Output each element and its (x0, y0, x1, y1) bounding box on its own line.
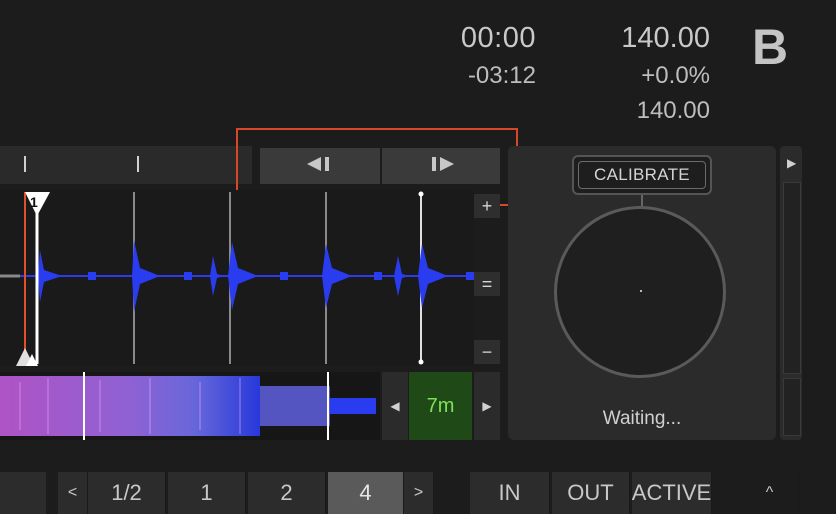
status-text: Waiting... (602, 408, 682, 429)
base-bpm-display: 140.00 (636, 97, 710, 124)
zoom-in-button[interactable]: + (474, 194, 500, 218)
cue-number: 1 (30, 194, 38, 210)
deck-letter: B (752, 19, 789, 75)
beat-ruler[interactable] (0, 146, 252, 184)
expand-button[interactable]: ^ (740, 472, 800, 514)
loop-length[interactable]: 7m (409, 372, 472, 440)
loop-out-button[interactable]: OUT (552, 472, 630, 514)
loop-size-half[interactable]: 1/2 (88, 472, 166, 514)
zoom-reset-button[interactable]: = (474, 272, 500, 296)
loop-size-4[interactable]: 4 (328, 472, 404, 514)
loop-next-button[interactable]: ▶ (474, 372, 500, 440)
loop-prev-button[interactable]: ◀ (382, 372, 408, 440)
chevron-right-icon: ▶ (787, 156, 797, 170)
time-remaining: -03:12 (467, 62, 536, 89)
loop-size-prev-button[interactable]: < (58, 472, 88, 514)
bottom-left-segment (0, 472, 46, 514)
ruler-tick (24, 156, 26, 172)
loop-size-2[interactable]: 2 (248, 472, 326, 514)
platter-center (640, 290, 642, 292)
calibrate-button[interactable]: CALIBRATE (572, 155, 712, 195)
loop-size-1[interactable]: 1 (168, 472, 246, 514)
track-overview[interactable] (0, 372, 380, 440)
waveform-display[interactable]: 1 + = − (0, 190, 500, 366)
turntable-platter[interactable] (554, 206, 726, 378)
loop-active-button[interactable]: ACTIVE (632, 472, 712, 514)
scroll-track (783, 182, 801, 374)
side-panel-scrollbar[interactable]: ▶ (780, 146, 802, 440)
loop-size-next-button[interactable]: > (404, 472, 434, 514)
pitch-display: +0.0% (641, 62, 710, 89)
chevron-right-icon: ▶ (482, 399, 492, 413)
overview-svg (0, 372, 376, 440)
calibrate-label: CALIBRATE (578, 161, 706, 189)
scroll-thumb[interactable] (783, 378, 801, 436)
chevron-left-icon: ◀ (390, 399, 400, 413)
zoom-out-button[interactable]: − (474, 340, 500, 364)
waveform-svg (0, 191, 474, 366)
time-elapsed: 00:00 (460, 22, 536, 54)
loop-in-button[interactable]: IN (470, 472, 550, 514)
bpm-display: 140.00 (621, 22, 710, 54)
ruler-tick (137, 156, 139, 172)
